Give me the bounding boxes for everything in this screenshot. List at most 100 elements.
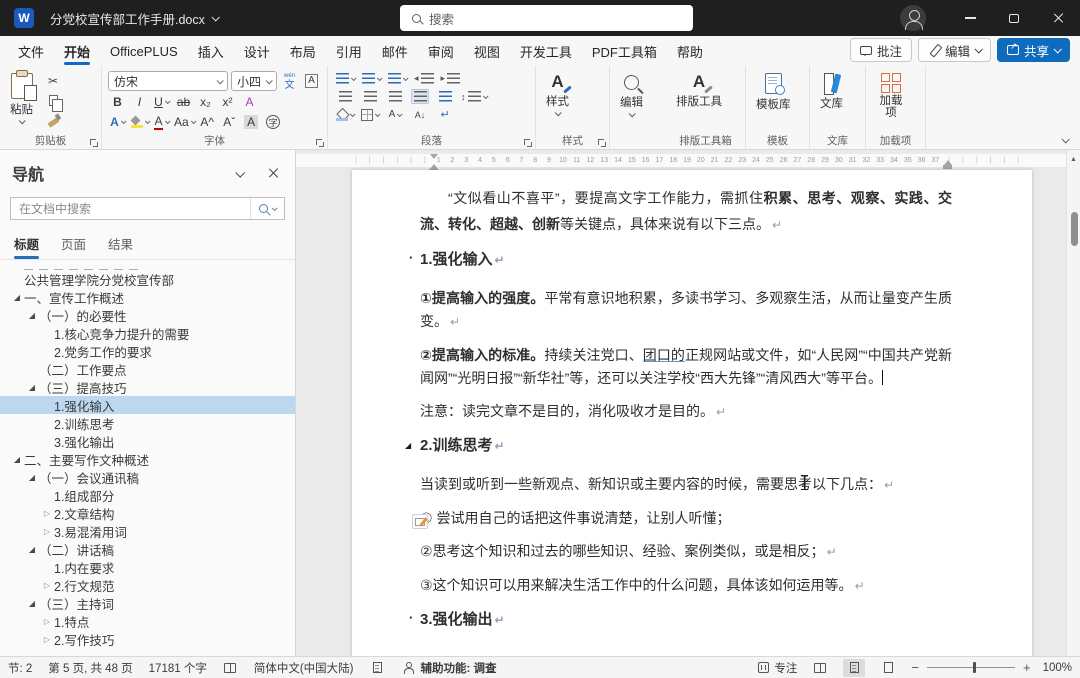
grow-font-button[interactable]: A^ xyxy=(198,113,217,131)
tree-item[interactable]: ▷1.特点 xyxy=(0,612,295,630)
tree-toggle-icon[interactable]: ▷ xyxy=(40,581,54,590)
document-paragraph[interactable]: “文似看山不喜平”，要提高文字工作能力，需抓住积累、思考、观察、实践、交流、转化… xyxy=(420,185,952,238)
document-paragraph[interactable]: ①提高输入的强度。平常有意识地积累，多读书学习、多观察生活，从而让量变产生质变。… xyxy=(420,287,952,334)
document-paragraph[interactable]: ③这个知识可以用来解决生活工作中的什么问题，具体该如何运用等。↵ xyxy=(420,574,952,598)
line-spacing-button[interactable]: ↕ xyxy=(461,89,487,104)
shading-button[interactable] xyxy=(336,107,354,122)
view-read-button[interactable] xyxy=(809,659,831,677)
menu-tab-PDF工具箱[interactable]: PDF工具箱 xyxy=(582,36,667,66)
tree-toggle-icon[interactable]: ▷ xyxy=(40,527,54,536)
multilevel-list-button[interactable] xyxy=(388,71,407,86)
phonetic-guide-button[interactable]: wén 文 xyxy=(280,72,299,90)
document-heading[interactable]: ·1.强化输入↵ xyxy=(420,248,952,272)
align-right-button[interactable] xyxy=(386,89,404,104)
increase-indent-button[interactable]: ▸ xyxy=(441,71,461,86)
numbering-button[interactable] xyxy=(362,71,381,86)
align-center-button[interactable] xyxy=(361,89,379,104)
copy-button[interactable] xyxy=(41,91,65,110)
tree-item[interactable]: 2.党务工作的要求 xyxy=(0,342,295,360)
document-page[interactable]: “文似看山不喜平”，要提高文字工作能力，需抓住积累、思考、观察、实践、交流、转化… xyxy=(352,170,1032,656)
tree-toggle-icon[interactable]: ▷ xyxy=(40,617,54,626)
view-web-button[interactable] xyxy=(877,659,899,677)
document-paragraph[interactable]: ②思考这个知识和过去的哪些知识、经验、案例类似，或是相反；↵ xyxy=(420,540,952,564)
document-heading[interactable]: ◢2.训练思考↵ xyxy=(420,434,952,458)
tree-item[interactable]: ◢（一）会议通讯稿 xyxy=(0,468,295,486)
decrease-indent-button[interactable]: ◂ xyxy=(414,71,434,86)
record-icon[interactable] xyxy=(370,661,385,674)
zoom-out-button[interactable]: − xyxy=(911,660,919,675)
tree-toggle-icon[interactable]: ◢ xyxy=(10,293,24,302)
close-button[interactable] xyxy=(1036,0,1080,36)
menu-tab-文件[interactable]: 文件 xyxy=(8,36,54,66)
document-paragraph[interactable]: ②提高输入的标准。持续关注党口、团口的正规网站或文件，如“人民网”“中国共产党新… xyxy=(420,344,952,390)
proofing-icon[interactable] xyxy=(223,661,238,674)
clear-formatting-button[interactable]: A xyxy=(240,93,259,111)
tree-toggle-icon[interactable]: ▷ xyxy=(40,509,54,518)
menu-tab-开始[interactable]: 开始 xyxy=(54,36,100,66)
status-page[interactable]: 第 5 页, 共 48 页 xyxy=(48,660,132,676)
italic-button[interactable]: I xyxy=(130,93,149,111)
zoom-in-button[interactable]: + xyxy=(1023,660,1031,675)
styles-button[interactable]: A 样式 xyxy=(540,71,575,135)
tree-item[interactable]: ▷2.文章结构 xyxy=(0,504,295,522)
distribute-button[interactable] xyxy=(436,89,454,104)
tree-item[interactable]: 1.内在要求 xyxy=(0,558,295,576)
menu-tab-设计[interactable]: 设计 xyxy=(234,36,280,66)
ribbon-collapse-button[interactable] xyxy=(1061,135,1069,143)
tree-toggle-icon[interactable]: ◢ xyxy=(25,545,39,554)
addins-button[interactable]: 加载项 xyxy=(870,71,912,135)
nav-search-button[interactable] xyxy=(250,198,284,219)
sort-button[interactable]: A↓ xyxy=(411,107,429,122)
strikethrough-button[interactable]: ab xyxy=(174,93,193,111)
tree-item[interactable]: 2.训练思考 xyxy=(0,414,295,432)
status-language[interactable]: 简体中文(中国大陆) xyxy=(254,660,354,676)
indent-marker-right[interactable] xyxy=(943,156,952,169)
view-print-button[interactable] xyxy=(843,659,865,677)
tree-item[interactable]: 1.核心竞争力提升的需要 xyxy=(0,324,295,342)
shrink-font-button[interactable]: Aˇ xyxy=(220,113,239,131)
nav-close-button[interactable] xyxy=(267,167,279,179)
justify-button[interactable] xyxy=(411,89,429,104)
nav-collapse-icon[interactable] xyxy=(235,167,245,177)
scroll-thumb[interactable] xyxy=(1071,212,1078,246)
document-heading[interactable]: ·3.强化输出↵ xyxy=(420,608,952,632)
styles-dialog-launcher[interactable] xyxy=(598,139,606,147)
editing-button[interactable]: 编辑 xyxy=(614,71,649,135)
document-title[interactable]: 分党校宣传部工作手册.docx xyxy=(50,9,218,28)
format-painter-button[interactable] xyxy=(41,111,65,130)
tree-toggle-icon[interactable]: ◢ xyxy=(25,473,39,482)
status-accessibility[interactable]: 辅助功能: 调查 xyxy=(401,660,497,676)
comments-button[interactable]: 批注 xyxy=(850,38,912,62)
document-paragraph[interactable]: 注意：读完文章不是目的，消化吸收才是目的。↵ xyxy=(420,400,952,424)
tree-item[interactable]: ◢（一）的必要性 xyxy=(0,306,295,324)
nav-tab-页面[interactable]: 页面 xyxy=(61,234,86,259)
menu-tab-开发工具[interactable]: 开发工具 xyxy=(510,36,582,66)
tree-toggle-icon[interactable]: ▷ xyxy=(40,635,54,644)
titlebar-search[interactable]: 搜索 xyxy=(400,5,693,31)
asian-layout-button[interactable]: A xyxy=(386,107,404,122)
tree-item[interactable]: ▷2.写作技巧 xyxy=(0,630,295,648)
cut-button[interactable]: ✂ xyxy=(41,71,65,90)
tree-item[interactable]: 1.组成部分 xyxy=(0,486,295,504)
change-case-button[interactable]: Aa xyxy=(174,113,195,131)
tree-toggle-icon[interactable]: ◢ xyxy=(10,455,24,464)
tree-item-clipped[interactable] xyxy=(24,263,144,270)
document-paragraph[interactable]: 当读到或听到一些新观点、新知识或主要内容的时候，需要思考以下几点：↵ xyxy=(420,473,952,497)
superscript-button[interactable]: x² xyxy=(218,93,237,111)
menu-tab-引用[interactable]: 引用 xyxy=(326,36,372,66)
font-color-button[interactable]: A xyxy=(152,113,171,131)
edit-mode-button[interactable]: 编辑 xyxy=(918,38,991,62)
menu-tab-邮件[interactable]: 邮件 xyxy=(372,36,418,66)
document-paragraph[interactable]: ① 尝试用自己的话把这件事说清楚，让别人听懂； xyxy=(420,507,952,530)
minimize-button[interactable] xyxy=(948,0,992,36)
status-section[interactable]: 节: 2 xyxy=(8,660,32,676)
tree-item[interactable]: （二）工作要点 xyxy=(0,360,295,378)
maximize-button[interactable] xyxy=(992,0,1036,36)
heading-collapse-icon[interactable]: ◢ xyxy=(405,434,411,457)
tree-toggle-icon[interactable]: ◢ xyxy=(25,311,39,320)
character-shading-button[interactable]: A xyxy=(242,113,261,131)
menu-tab-帮助[interactable]: 帮助 xyxy=(667,36,713,66)
nav-tab-结果[interactable]: 结果 xyxy=(108,234,133,259)
status-words[interactable]: 17181 个字 xyxy=(149,660,207,676)
tree-item[interactable]: ◢二、主要写作文种概述 xyxy=(0,450,295,468)
